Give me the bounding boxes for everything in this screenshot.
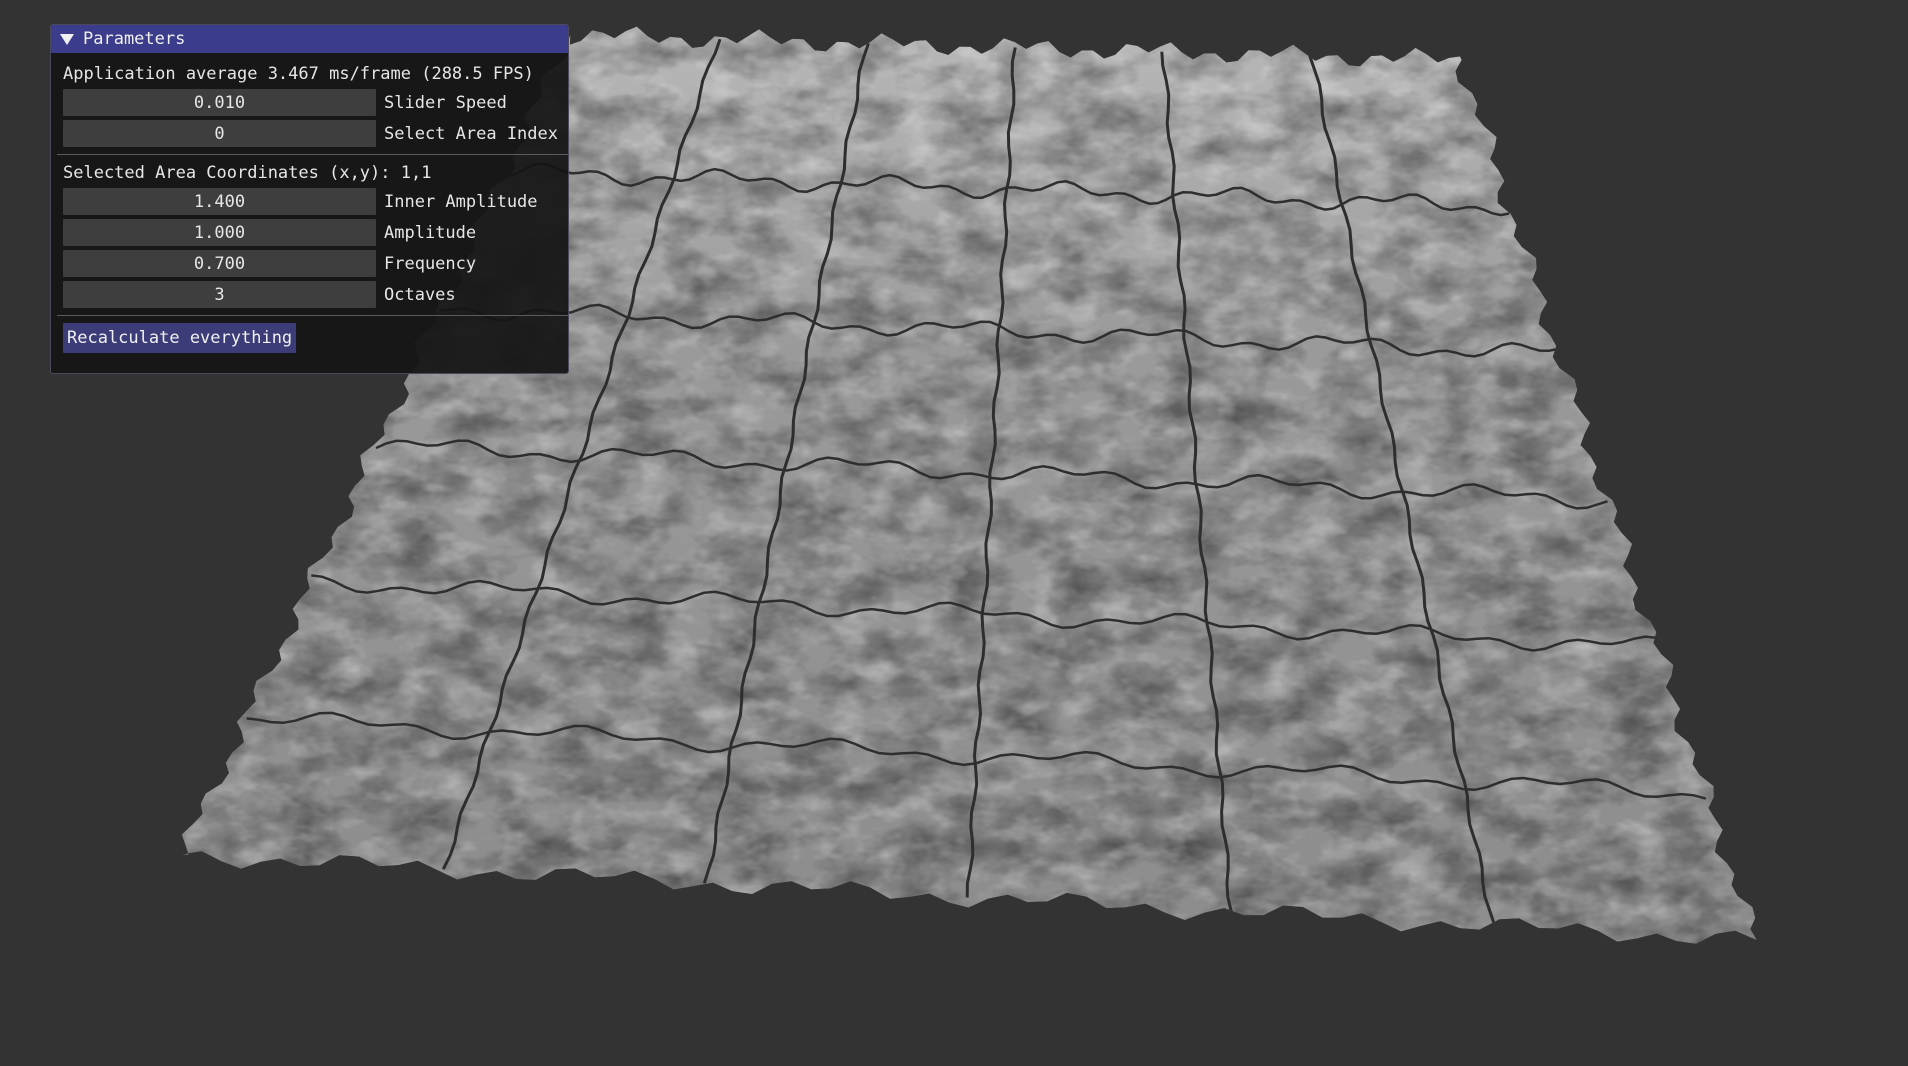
octaves-row: 3 Octaves [63,279,559,310]
frequency-label: Frequency [384,253,477,274]
amplitude-input[interactable]: 1.000 [63,219,376,246]
window-title: Parameters [83,29,186,49]
inner-amplitude-input[interactable]: 1.400 [63,188,376,215]
slider-speed-row: 0.010 Slider Speed [63,87,559,118]
octaves-label: Octaves [384,284,456,305]
select-area-index-label: Select Area Index [384,123,558,144]
inner-amplitude-label: Inner Amplitude [384,191,538,212]
separator [57,315,568,316]
selected-area-coordinates: Selected Area Coordinates (x,y): 1,1 [63,163,432,183]
frequency-input[interactable]: 0.700 [63,250,376,277]
separator [57,154,568,155]
select-area-index-input[interactable]: 0 [63,120,376,147]
frequency-row: 0.700 Frequency [63,248,559,279]
parameters-window[interactable]: Parameters Application average 3.467 ms/… [50,24,569,374]
select-area-index-row: 0 Select Area Index [63,118,559,149]
amplitude-label: Amplitude [384,222,477,243]
amplitude-row: 1.000 Amplitude [63,217,559,248]
fps-text: Application average 3.467 ms/frame (288.… [63,64,534,84]
inner-amplitude-row: 1.400 Inner Amplitude [63,186,559,217]
octaves-input[interactable]: 3 [63,281,376,308]
collapse-arrow-icon[interactable] [60,33,74,45]
slider-speed-input[interactable]: 0.010 [63,89,376,116]
window-title-bar[interactable]: Parameters [51,25,568,53]
slider-speed-label: Slider Speed [384,92,507,113]
recalculate-everything-button[interactable]: Recalculate everything [63,323,297,353]
